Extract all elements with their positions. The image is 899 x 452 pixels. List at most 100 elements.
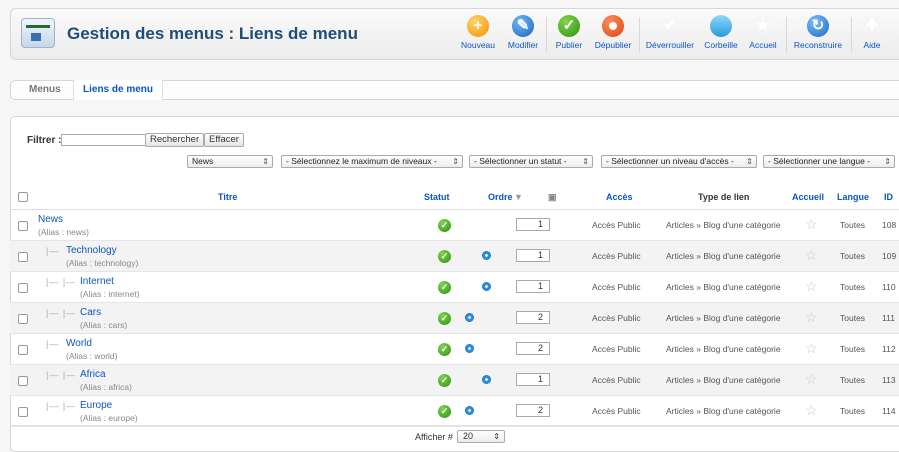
row-title-link[interactable]: News	[38, 214, 63, 225]
home-star-icon[interactable]: ☆	[805, 248, 818, 262]
row-title-link[interactable]: Europe	[80, 400, 112, 411]
row-title-link[interactable]: Cars	[80, 307, 101, 318]
row-access[interactable]: Accès Public	[592, 313, 641, 323]
row-checkbox[interactable]	[18, 376, 28, 386]
move-down-icon[interactable]	[482, 375, 491, 384]
published-icon[interactable]: ✓	[438, 312, 451, 325]
tree-indent: |— |—	[46, 370, 77, 380]
help-icon: ✚	[865, 17, 879, 34]
order-input[interactable]: 2	[516, 404, 550, 417]
home-star-icon[interactable]: ☆	[805, 279, 818, 293]
search-button[interactable]: Rechercher	[145, 133, 205, 147]
row-language: Toutes	[840, 220, 866, 230]
row-language: Toutes	[840, 251, 866, 261]
row-access[interactable]: Accès Public	[592, 251, 641, 261]
row-access[interactable]: Accès Public	[592, 220, 641, 230]
published-icon[interactable]: ✓	[438, 281, 451, 294]
row-access[interactable]: Accès Public	[592, 406, 641, 416]
order-input[interactable]: 2	[516, 311, 550, 324]
filter-input[interactable]	[61, 134, 146, 146]
row-link-type: Articles » Blog d'une catégorie	[666, 344, 781, 354]
published-icon[interactable]: ✓	[438, 374, 451, 387]
home-star-icon[interactable]: ☆	[805, 403, 818, 417]
edit-button[interactable]: ✎ Modifier	[505, 15, 541, 57]
row-checkbox[interactable]	[18, 314, 28, 324]
tree-indent: |— |—	[46, 277, 77, 287]
help-button[interactable]: ✚ Aide	[857, 15, 887, 57]
row-checkbox[interactable]	[18, 252, 28, 262]
tab-menu-items[interactable]: Liens de menu	[73, 80, 164, 100]
star-icon: ★	[756, 17, 770, 34]
order-input[interactable]: 1	[516, 218, 550, 231]
toolbar-separator	[546, 17, 547, 53]
order-input[interactable]: 1	[516, 249, 550, 262]
row-access[interactable]: Accès Public	[592, 375, 641, 385]
column-id[interactable]: ID	[884, 192, 893, 202]
table-row: |— |— Africa (Alias : africa) ✓ 1 Accès …	[10, 365, 899, 396]
display-limit-label: Afficher #	[415, 432, 453, 442]
published-icon[interactable]: ✓	[438, 343, 451, 356]
column-language[interactable]: Langue	[837, 192, 869, 202]
home-star-icon[interactable]: ☆	[805, 372, 818, 386]
unpublish-button[interactable]: Dépublier	[593, 15, 633, 57]
row-checkbox[interactable]	[18, 345, 28, 355]
access-select[interactable]: - Sélectionner un niveau d'accès - ⇕	[601, 155, 757, 168]
row-alias: (Alias : technology)	[66, 258, 139, 268]
language-select[interactable]: - Sélectionner une langue - ⇕	[763, 155, 895, 168]
home-button[interactable]: ★ Accueil	[745, 15, 781, 57]
order-input[interactable]: 1	[516, 280, 550, 293]
row-id: 110	[882, 282, 896, 292]
home-star-icon[interactable]: ☆	[805, 341, 818, 355]
row-title-link[interactable]: Technology	[66, 245, 117, 256]
table-row: |— |— Cars (Alias : cars) ✓ 2 Accès Publ…	[10, 303, 899, 334]
menu-select[interactable]: News ⇕	[187, 155, 273, 168]
home-star-icon[interactable]: ☆	[805, 310, 818, 324]
select-all-checkbox[interactable]	[18, 192, 28, 202]
column-home[interactable]: Accueil	[792, 192, 824, 202]
row-checkbox[interactable]	[18, 407, 28, 417]
row-alias: (Alias : internet)	[80, 289, 140, 299]
publish-button[interactable]: ✓ Publier	[551, 15, 587, 57]
published-icon[interactable]: ✓	[438, 250, 451, 263]
toolbar-separator	[639, 17, 640, 53]
table-row: |— |— Europe (Alias : europe) ✓ 2 Accès …	[10, 396, 899, 427]
row-checkbox[interactable]	[18, 221, 28, 231]
row-access[interactable]: Accès Public	[592, 282, 641, 292]
tree-indent: |—	[46, 246, 60, 256]
row-title-link[interactable]: Internet	[80, 276, 114, 287]
published-icon[interactable]: ✓	[438, 405, 451, 418]
column-order[interactable]: Ordre	[488, 192, 513, 202]
column-title[interactable]: Titre	[218, 192, 237, 202]
tab-menus[interactable]: Menus	[29, 84, 61, 95]
move-down-icon[interactable]	[482, 251, 491, 260]
dropdown-arrow-icon: ⇕	[493, 432, 500, 441]
row-language: Toutes	[840, 313, 866, 323]
new-button[interactable]: + Nouveau	[459, 15, 497, 57]
published-icon[interactable]: ✓	[438, 219, 451, 232]
move-up-icon[interactable]	[465, 406, 474, 415]
checkin-button[interactable]: ✔ Déverrouiller	[643, 15, 697, 57]
order-input[interactable]: 1	[516, 373, 550, 386]
row-title-link[interactable]: World	[66, 338, 92, 349]
display-limit-select[interactable]: 20 ⇕	[457, 430, 505, 443]
move-up-icon[interactable]	[465, 313, 474, 322]
row-link-type: Articles » Blog d'une catégorie	[666, 406, 781, 416]
rebuild-button[interactable]: ↻ Reconstruire	[790, 15, 846, 57]
row-title-link[interactable]: Africa	[80, 369, 106, 380]
save-order-icon[interactable]: ▣	[548, 192, 557, 203]
home-star-icon[interactable]: ☆	[805, 217, 818, 231]
column-status[interactable]: Statut	[424, 192, 450, 202]
trash-button[interactable]: Corbeille	[701, 15, 741, 57]
levels-select[interactable]: - Sélectionnez le maximum de niveaux - ⇕	[281, 155, 463, 168]
status-select[interactable]: - Sélectionner un statut - ⇕	[469, 155, 593, 168]
move-up-icon[interactable]	[465, 344, 474, 353]
column-link-type: Type de lien	[698, 192, 750, 202]
move-down-icon[interactable]	[482, 282, 491, 291]
refresh-icon: ↻	[807, 15, 829, 37]
order-input[interactable]: 2	[516, 342, 550, 355]
column-access[interactable]: Accès	[606, 192, 633, 202]
row-language: Toutes	[840, 344, 866, 354]
row-checkbox[interactable]	[18, 283, 28, 293]
row-access[interactable]: Accès Public	[592, 344, 641, 354]
clear-button[interactable]: Effacer	[204, 133, 244, 147]
